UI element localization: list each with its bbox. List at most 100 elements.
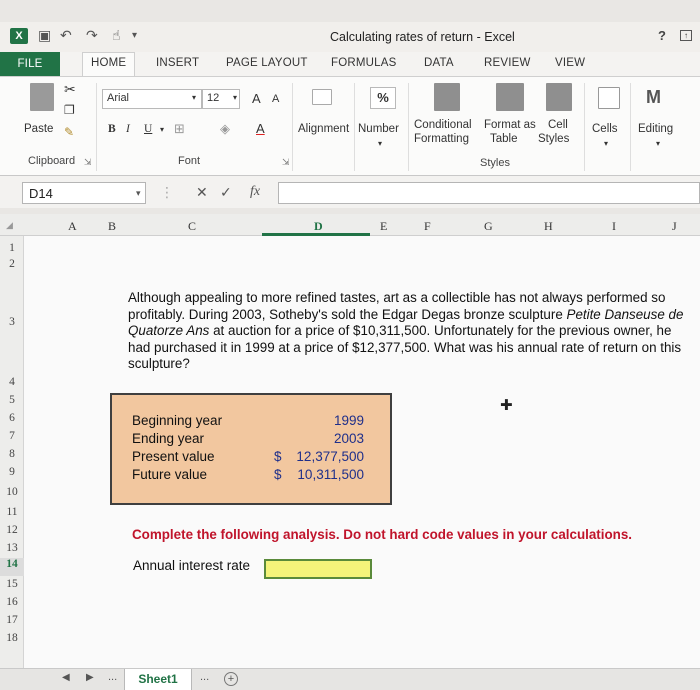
row-header-13[interactable]: 13 <box>0 542 24 554</box>
column-header-a[interactable]: A <box>68 219 77 234</box>
row-header-14[interactable]: 14 <box>0 558 24 576</box>
cells-button[interactable]: Cells <box>592 123 618 135</box>
row-header-1[interactable]: 1 <box>0 242 24 254</box>
sheet-tab-sheet1[interactable]: Sheet1 <box>124 669 192 690</box>
format-as-table-button[interactable]: Format as <box>484 119 536 131</box>
column-header-j[interactable]: J <box>672 219 677 234</box>
conditional-formatting-button[interactable]: Conditional <box>414 119 472 131</box>
column-header-b[interactable]: B <box>108 219 116 234</box>
format-as-table-icon[interactable] <box>496 83 524 111</box>
row-header-6[interactable]: 6 <box>0 412 24 424</box>
formula-input[interactable] <box>278 182 700 204</box>
underline-dropdown-icon[interactable]: ▾ <box>160 125 164 134</box>
editing-icon[interactable]: M <box>646 87 661 108</box>
customize-icon[interactable]: ▾ <box>132 30 137 41</box>
row-header-15[interactable]: 15 <box>0 578 24 590</box>
number-dropdown-icon[interactable]: ▾ <box>378 139 382 148</box>
column-header-c[interactable]: C <box>188 219 196 234</box>
future-value-value[interactable]: 10,311,500 <box>297 467 364 482</box>
tab-insert[interactable]: INSERT <box>156 57 199 69</box>
font-color-icon[interactable]: A <box>256 121 265 136</box>
cells-dropdown-icon[interactable]: ▾ <box>604 139 608 148</box>
cells-icon[interactable] <box>598 87 620 109</box>
row-header-5[interactable]: 5 <box>0 394 24 406</box>
paste-icon[interactable] <box>30 83 54 111</box>
number-button[interactable]: Number <box>358 123 399 135</box>
row-header-10[interactable]: 10 <box>0 486 24 498</box>
row-header-18[interactable]: 18 <box>0 632 24 644</box>
cell-styles-button[interactable]: Cell <box>548 119 568 131</box>
shrink-font-button[interactable]: A <box>272 93 279 105</box>
tab-file[interactable]: FILE <box>0 52 60 76</box>
italic-button[interactable]: I <box>126 123 130 135</box>
bold-button[interactable]: B <box>108 123 116 135</box>
tab-data[interactable]: DATA <box>424 57 454 69</box>
paste-button[interactable]: Paste <box>24 123 53 135</box>
sheet-prev-icon[interactable]: ◀ <box>62 672 70 683</box>
redo-icon[interactable]: ↷ <box>86 27 98 44</box>
font-launcher-icon[interactable]: ⇲ <box>282 157 290 168</box>
cell-styles-icon[interactable] <box>546 83 572 111</box>
alignment-icon[interactable] <box>312 89 332 105</box>
editing-button[interactable]: Editing <box>638 123 673 135</box>
grow-font-button[interactable]: A <box>252 91 261 106</box>
help-button[interactable]: ? <box>658 28 666 43</box>
future-value-currency: $ <box>274 467 282 482</box>
row-header-9[interactable]: 9 <box>0 466 24 478</box>
cut-icon[interactable]: ✂ <box>64 81 76 98</box>
tab-page-layout[interactable]: PAGE LAYOUT <box>226 57 308 69</box>
column-header-g[interactable]: G <box>484 219 493 234</box>
sheet-more-right[interactable]: ... <box>200 671 209 683</box>
present-value-value[interactable]: 12,377,500 <box>296 449 364 464</box>
clipboard-launcher-icon[interactable]: ⇲ <box>84 157 92 168</box>
save-icon[interactable]: ▣ <box>38 27 51 44</box>
column-header-f[interactable]: F <box>424 219 431 234</box>
row-header-3[interactable]: 3 <box>0 316 24 328</box>
fill-color-icon[interactable]: ◈ <box>220 121 230 137</box>
row-header-4[interactable]: 4 <box>0 376 24 388</box>
row-header-8[interactable]: 8 <box>0 448 24 460</box>
tab-review[interactable]: REVIEW <box>484 57 531 69</box>
confirm-entry-icon[interactable]: ✓ <box>220 184 232 201</box>
column-header-h[interactable]: H <box>544 219 553 234</box>
sheet-tab-bar: ◀ ▶ ... Sheet1 ... + <box>0 668 700 690</box>
format-painter-icon[interactable]: ✎ <box>64 125 74 139</box>
borders-icon[interactable]: ⊞ <box>174 121 185 137</box>
touch-mode-icon[interactable]: ☝ <box>112 27 121 44</box>
column-header-d[interactable]: D <box>314 219 323 234</box>
font-name-dropdown-icon[interactable]: ▾ <box>192 93 196 102</box>
font-name-select[interactable]: Arial <box>102 89 202 109</box>
sheet-next-icon[interactable]: ▶ <box>86 672 94 683</box>
editing-dropdown-icon[interactable]: ▾ <box>656 139 660 148</box>
cancel-entry-icon[interactable]: ✕ <box>196 184 208 201</box>
percent-icon[interactable]: % <box>370 87 396 109</box>
conditional-formatting-icon[interactable] <box>434 83 460 111</box>
row-header-16[interactable]: 16 <box>0 596 24 608</box>
row-header-12[interactable]: 12 <box>0 524 24 536</box>
row-header-17[interactable]: 17 <box>0 614 24 626</box>
copy-icon[interactable]: ❐ <box>64 103 75 117</box>
alignment-button[interactable]: Alignment <box>298 123 349 135</box>
font-size-dropdown-icon[interactable]: ▾ <box>233 93 237 102</box>
underline-button[interactable]: U <box>144 123 152 135</box>
tab-home[interactable]: HOME <box>82 52 136 79</box>
insert-function-icon[interactable]: fx <box>250 184 260 200</box>
ending-year-value[interactable]: 2003 <box>334 431 364 446</box>
tab-formulas[interactable]: FORMULAS <box>331 57 397 69</box>
sheet-more-left[interactable]: ... <box>108 671 117 683</box>
row-header-2[interactable]: 2 <box>0 258 24 270</box>
annual-interest-rate-cell[interactable] <box>264 559 372 579</box>
name-box[interactable]: D14 <box>22 182 146 204</box>
tab-view[interactable]: VIEW <box>555 57 585 69</box>
column-header-i[interactable]: I <box>612 219 616 234</box>
beginning-year-value[interactable]: 1999 <box>334 413 364 428</box>
problem-statement: Although appealing to more refined taste… <box>128 290 688 373</box>
name-box-dropdown-icon[interactable]: ▾ <box>136 188 141 199</box>
undo-icon[interactable]: ↶ <box>60 27 72 44</box>
row-header-11[interactable]: 11 <box>0 506 24 518</box>
column-header-e[interactable]: E <box>380 219 387 234</box>
row-header-7[interactable]: 7 <box>0 430 24 442</box>
add-sheet-icon[interactable]: + <box>224 672 238 686</box>
ribbon-display-options-icon[interactable]: ↑ <box>680 30 692 41</box>
select-all-icon[interactable]: ◢ <box>6 220 13 231</box>
